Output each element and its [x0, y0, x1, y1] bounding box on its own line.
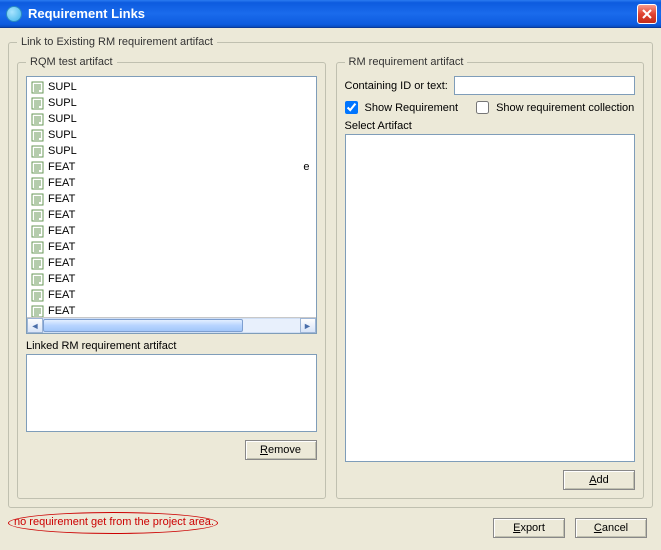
scroll-right-arrow[interactable]: ► — [300, 318, 316, 333]
document-icon — [31, 193, 44, 206]
list-item-label: SUPL — [48, 144, 77, 158]
rm-requirement-artifact-group: RM requirement artifact Containing ID or… — [336, 56, 645, 499]
add-button[interactable]: Add — [563, 470, 635, 490]
list-item[interactable]: FEAT — [27, 239, 316, 255]
document-icon — [31, 129, 44, 142]
list-item[interactable]: FEAT — [27, 271, 316, 287]
document-icon — [31, 97, 44, 110]
scroll-track[interactable] — [43, 318, 300, 333]
document-icon — [31, 273, 44, 286]
list-item-label: FEAT — [48, 272, 75, 286]
document-icon — [31, 161, 44, 174]
containing-id-label: Containing ID or text: — [345, 80, 448, 92]
list-item[interactable]: FEAT — [27, 223, 316, 239]
link-existing-group: Link to Existing RM requirement artifact… — [8, 36, 653, 508]
list-item-label: FEAT — [48, 192, 75, 206]
document-icon — [31, 289, 44, 302]
list-item[interactable]: SUPL — [27, 127, 316, 143]
scroll-thumb[interactable] — [43, 319, 243, 332]
cancel-button[interactable]: Cancel — [575, 518, 647, 538]
document-icon — [31, 209, 44, 222]
list-item[interactable]: SUPL — [27, 95, 316, 111]
show-collection-checkbox[interactable] — [476, 101, 489, 114]
list-item[interactable]: FEAT — [27, 255, 316, 271]
list-item-label: FEAT — [48, 176, 75, 190]
select-artifact-list[interactable] — [345, 134, 636, 462]
rm-legend: RM requirement artifact — [345, 56, 468, 68]
show-collection-checkbox-label[interactable]: Show requirement collection — [476, 101, 634, 114]
list-item-label: FEAT — [48, 288, 75, 302]
document-icon — [31, 113, 44, 126]
list-item-label: SUPL — [48, 128, 77, 142]
list-item[interactable]: FEAT e — [27, 159, 316, 175]
list-item-label: SUPL — [48, 112, 77, 126]
document-icon — [31, 257, 44, 270]
list-item-label: SUPL — [48, 80, 77, 94]
list-item-label: FEAT — [48, 224, 75, 238]
list-item-label: FEAT — [48, 160, 75, 174]
list-item-label: FEAT — [48, 256, 75, 270]
list-item[interactable]: FEAT — [27, 303, 316, 317]
document-icon — [31, 305, 44, 318]
rqm-legend: RQM test artifact — [26, 56, 117, 68]
containing-id-input[interactable] — [454, 76, 635, 95]
document-icon — [31, 241, 44, 254]
document-icon — [31, 81, 44, 94]
window-title: Requirement Links — [28, 6, 637, 21]
app-icon — [6, 6, 22, 22]
list-item[interactable]: FEAT — [27, 287, 316, 303]
linked-rm-list[interactable] — [26, 354, 317, 432]
show-requirement-checkbox-label[interactable]: Show Requirement — [345, 101, 459, 114]
list-item[interactable]: SUPL — [27, 143, 316, 159]
export-button[interactable]: Export — [493, 518, 565, 538]
list-item-label: SUPL — [48, 96, 77, 110]
list-item-label: FEAT — [48, 240, 75, 254]
list-item[interactable]: SUPL — [27, 79, 316, 95]
scroll-left-arrow[interactable]: ◄ — [27, 318, 43, 333]
list-item-label: FEAT — [48, 304, 75, 317]
rqm-artifact-list[interactable]: SUPLSUPLSUPLSUPLSUPLFEATeFEATFEATFEATFEA… — [26, 76, 317, 334]
document-icon — [31, 177, 44, 190]
warning-message: no requirement get from the project area… — [14, 516, 214, 528]
list-item[interactable]: FEAT — [27, 207, 316, 223]
rqm-test-artifact-group: RQM test artifact SUPLSUPLSUPLSUPLSUPLFE… — [17, 56, 326, 499]
titlebar: Requirement Links — [0, 0, 661, 28]
horizontal-scrollbar[interactable]: ◄ ► — [27, 317, 316, 333]
close-button[interactable] — [637, 4, 657, 24]
linked-rm-label: Linked RM requirement artifact — [26, 340, 317, 352]
list-item[interactable]: FEAT — [27, 191, 316, 207]
close-icon — [642, 9, 652, 19]
truncation-indicator: e — [303, 160, 311, 174]
list-item[interactable]: SUPL — [27, 111, 316, 127]
document-icon — [31, 225, 44, 238]
remove-button[interactable]: Remove — [245, 440, 317, 460]
document-icon — [31, 145, 44, 158]
show-requirement-checkbox[interactable] — [345, 101, 358, 114]
list-item[interactable]: FEAT — [27, 175, 316, 191]
link-existing-legend: Link to Existing RM requirement artifact — [17, 36, 217, 48]
list-item-label: FEAT — [48, 208, 75, 222]
select-artifact-label: Select Artifact — [345, 120, 636, 132]
